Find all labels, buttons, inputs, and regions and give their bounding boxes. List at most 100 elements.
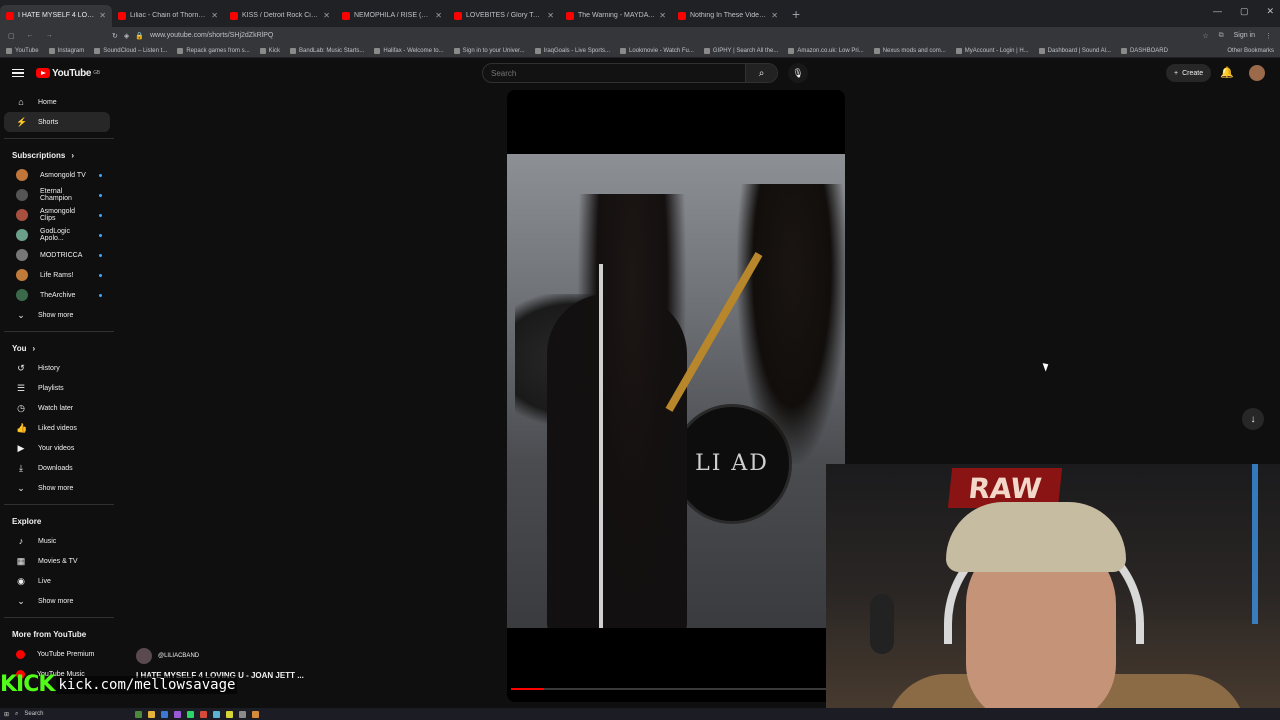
windows-start-icon[interactable]: ⊞ xyxy=(4,711,9,718)
search-button[interactable]: ⌕ xyxy=(745,64,777,82)
bookmark-item[interactable]: Lookmovie - Watch Fu... xyxy=(620,47,694,54)
taskbar-app-icon[interactable] xyxy=(200,710,208,718)
create-button[interactable]: + Create xyxy=(1166,64,1212,82)
sidebar-item-watch-later[interactable]: ◷ Watch later xyxy=(4,398,110,418)
show-more-button[interactable]: ⌄ Show more xyxy=(4,478,110,498)
taskbar-app-icon[interactable] xyxy=(187,710,195,718)
tab-title: Liliac - Chain of Thorns (Official xyxy=(130,12,207,19)
short-channel[interactable]: @LILIACBAND xyxy=(136,648,199,664)
bookmark-item[interactable]: SoundCloud – Listen t... xyxy=(94,47,167,54)
bookmark-item[interactable]: Amazon.co.uk: Low Pri... xyxy=(788,47,864,54)
back-icon[interactable]: ← xyxy=(27,32,34,40)
blue-light xyxy=(1252,464,1258,624)
menu-hamburger-icon[interactable] xyxy=(12,68,24,78)
bookmark-item[interactable]: Repack games from s... xyxy=(177,47,250,54)
sidebar-toggle-icon[interactable]: ▢ xyxy=(8,32,15,40)
minimize-icon[interactable]: — xyxy=(1213,6,1222,17)
subscription-item[interactable]: MODTRICCA xyxy=(4,245,110,265)
bookmark-item[interactable]: Halifax - Welcome to... xyxy=(374,47,444,54)
extensions-icon[interactable]: ⧉ xyxy=(1219,32,1224,40)
browser-tab[interactable]: LOVEBITES / Glory To The Worl ✕ xyxy=(448,5,560,27)
account-avatar[interactable] xyxy=(1249,65,1265,81)
mic-stand xyxy=(599,264,603,628)
tab-close-icon[interactable]: ✕ xyxy=(435,11,442,20)
sidebar-item-live[interactable]: ◉ Live xyxy=(4,571,110,591)
voice-search-button[interactable]: 🎙 xyxy=(788,63,808,83)
taskbar-app-icon[interactable] xyxy=(226,710,234,718)
subscription-item[interactable]: Asmongold Clips xyxy=(4,205,110,225)
menu-dots-icon[interactable]: ⋮ xyxy=(1265,32,1272,40)
taskbar-app-icon[interactable] xyxy=(135,710,143,718)
browser-tab[interactable]: I HATE MYSELF 4 LOVING U ✕ xyxy=(0,4,112,27)
sidebar-item-history[interactable]: ↺ History xyxy=(4,358,110,378)
tab-close-icon[interactable]: ✕ xyxy=(323,11,330,20)
browser-tab[interactable]: Nothing In These Videos Is a C ✕ xyxy=(672,5,784,27)
sidebar-item-shorts[interactable]: ⚡ Shorts xyxy=(4,112,110,132)
subscriptions-heading[interactable]: Subscriptions › xyxy=(0,145,118,165)
sidebar-item-downloads[interactable]: ⤓ Downloads xyxy=(4,458,110,478)
sidebar-item-home[interactable]: ⌂ Home xyxy=(4,92,110,112)
browser-tab[interactable]: The Warning - MAYDAY IN THE ✕ xyxy=(560,5,672,27)
new-tab-icon[interactable]: + xyxy=(792,6,800,22)
you-heading[interactable]: You › xyxy=(0,338,118,358)
bookmark-item[interactable]: Kick xyxy=(259,47,280,54)
subscription-item[interactable]: Eternal Champion xyxy=(4,185,110,205)
tab-close-icon[interactable]: ✕ xyxy=(211,11,218,20)
bookmark-item[interactable]: Nexus mods and com... xyxy=(873,47,946,54)
tab-close-icon[interactable]: ✕ xyxy=(771,11,778,20)
tab-close-icon[interactable]: ✕ xyxy=(547,11,554,20)
bookmark-item[interactable]: MyAccount - Login | H... xyxy=(955,47,1029,54)
taskbar-app-icon[interactable] xyxy=(174,710,182,718)
sidebar-item-movies-tv[interactable]: ▦ Movies & TV xyxy=(4,551,110,571)
sidebar-item-youtube-premium[interactable]: YouTube Premium xyxy=(4,644,110,664)
bookmark-item[interactable]: DASHBOARD xyxy=(1120,47,1168,54)
channel-avatar[interactable] xyxy=(136,648,152,664)
short-video-frame[interactable]: LI AD xyxy=(507,154,845,628)
other-bookmarks[interactable]: Other Bookmarks xyxy=(1227,48,1274,54)
sidebar-item-music[interactable]: ♪ Music xyxy=(4,531,110,551)
subscription-item[interactable]: Life Rams! xyxy=(4,265,110,285)
bookmark-item[interactable]: YouTube xyxy=(6,47,39,54)
tab-close-icon[interactable]: ✕ xyxy=(99,11,106,20)
close-window-icon[interactable]: ✕ xyxy=(1266,6,1274,17)
bookmark-star-icon[interactable]: ☆ xyxy=(1202,32,1208,40)
notifications-bell-icon[interactable]: 🔔 xyxy=(1220,66,1234,79)
show-more-button[interactable]: ⌄ Show more xyxy=(4,591,110,611)
subscription-item[interactable]: Asmongold TV xyxy=(4,165,110,185)
browser-tab[interactable]: Liliac - Chain of Thorns (Official ✕ xyxy=(112,5,224,27)
tab-close-icon[interactable]: ✕ xyxy=(659,11,666,20)
url-text[interactable]: www.youtube.com/shorts/SHj2dZkRlPQ xyxy=(150,32,273,39)
subscription-item[interactable]: GodLogic Apolo... xyxy=(4,225,110,245)
reload-icon[interactable]: ↻ xyxy=(112,32,118,40)
sidebar-item-your-videos[interactable]: ▶ Your videos xyxy=(4,438,110,458)
bookmark-item[interactable]: Instagram xyxy=(48,47,84,54)
shield-icon[interactable]: ◈ xyxy=(124,32,129,40)
bookmark-item[interactable]: BandLab: Music Starts... xyxy=(290,47,364,54)
bookmark-item[interactable]: GIPHY | Search All the... xyxy=(703,47,778,54)
video-progress-bar[interactable] xyxy=(511,688,841,690)
show-more-button[interactable]: ⌄ Show more xyxy=(4,305,110,325)
next-short-button[interactable]: ↓ xyxy=(1242,408,1264,430)
taskbar-search[interactable]: Search xyxy=(24,711,43,717)
taskbar-app-icon[interactable] xyxy=(252,710,260,718)
bookmark-item[interactable]: Sign in to your Univer... xyxy=(453,47,525,54)
bookmark-item[interactable]: Dashboard | Sound Al... xyxy=(1038,47,1111,54)
taskbar-app-icon[interactable] xyxy=(161,710,169,718)
maximize-icon[interactable]: ▢ xyxy=(1240,6,1249,17)
youtube-logo[interactable]: YouTube GB xyxy=(36,68,100,79)
browser-tab[interactable]: KISS / Detroit Rock City [Cover] ✕ xyxy=(224,5,336,27)
subscription-item[interactable]: TheArchive xyxy=(4,285,110,305)
shorts-player[interactable]: LI AD xyxy=(507,90,845,702)
sidebar-item-playlists[interactable]: ☰ Playlists xyxy=(4,378,110,398)
forward-icon[interactable]: → xyxy=(46,32,53,40)
taskbar-app-icon[interactable] xyxy=(213,710,221,718)
browser-tab[interactable]: NEMOPHILA / RISE (Official Mu ✕ xyxy=(336,5,448,27)
taskbar-app-icon[interactable] xyxy=(239,710,247,718)
channel-handle[interactable]: @LILIACBAND xyxy=(158,653,199,659)
browser-sign-in[interactable]: Sign in xyxy=(1234,32,1255,39)
bookmark-item[interactable]: IraqGoals - Live Sports... xyxy=(534,47,610,54)
taskbar-search-icon[interactable]: ⌕ xyxy=(15,711,18,718)
sidebar-item-liked-videos[interactable]: 👍 Liked videos xyxy=(4,418,110,438)
taskbar-app-icon[interactable] xyxy=(148,710,156,718)
search-input[interactable] xyxy=(483,68,745,78)
